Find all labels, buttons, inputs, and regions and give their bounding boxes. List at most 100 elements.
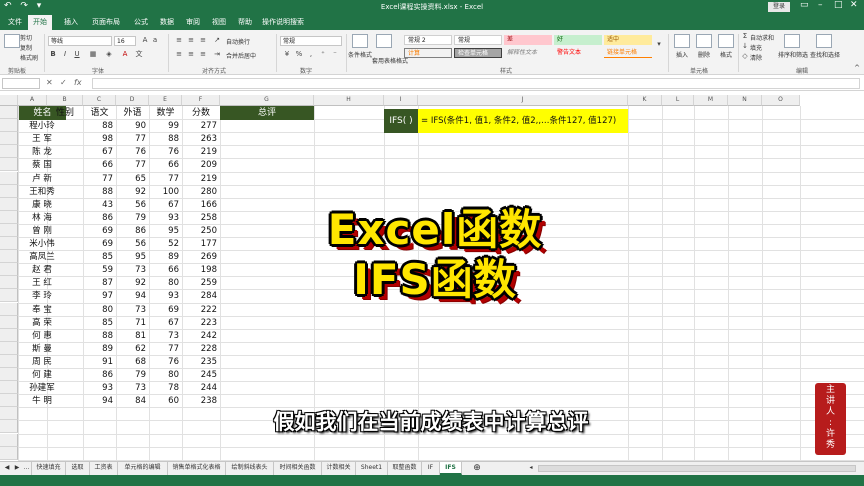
conditional-format-icon[interactable] (352, 34, 368, 48)
student-name-cell[interactable]: 王 红 (19, 277, 65, 290)
insert-cells-icon[interactable] (674, 34, 690, 48)
row-header[interactable] (0, 106, 18, 120)
align-center-icon[interactable]: ≡ (186, 50, 196, 59)
format-cells-icon[interactable] (718, 34, 734, 48)
score-cell[interactable]: 77 (116, 159, 149, 172)
orientation-icon[interactable]: ↗ (212, 36, 222, 45)
style-normal-2[interactable]: 常规 2 (404, 35, 452, 45)
score-cell[interactable]: 76 (149, 356, 182, 369)
select-all-corner[interactable] (0, 95, 18, 106)
score-cell[interactable]: 52 (149, 238, 182, 251)
score-cell[interactable]: 66 (149, 159, 182, 172)
score-cell[interactable]: 85 (83, 251, 116, 264)
currency-icon[interactable]: ¥ (282, 50, 292, 59)
formula-input[interactable] (92, 78, 860, 89)
student-name-cell[interactable]: 曾 刚 (19, 225, 65, 238)
style-neutral[interactable]: 适中 (604, 35, 652, 45)
row-header[interactable] (0, 328, 18, 342)
score-cell[interactable]: 89 (83, 343, 116, 356)
score-cell[interactable]: 60 (149, 395, 182, 408)
font-color-icon[interactable]: A (120, 50, 130, 59)
student-name-cell[interactable]: 赵 君 (19, 264, 65, 277)
horizontal-scrollbar[interactable] (538, 465, 856, 472)
ifs-syntax-cell[interactable]: = IFS(条件1, 值1, 条件2, 值2,,…条件127, 值127) (418, 109, 628, 133)
sheet-tab[interactable]: 时间相关函数 (274, 462, 322, 475)
student-name-cell[interactable]: 孙建军 (19, 382, 65, 395)
total-score-cell[interactable]: 277 (182, 120, 220, 133)
sheet-tab[interactable]: ... (22, 462, 32, 475)
score-cell[interactable]: 100 (149, 186, 182, 199)
score-cell[interactable]: 92 (116, 186, 149, 199)
score-cell[interactable]: 93 (149, 212, 182, 225)
score-cell[interactable]: 67 (83, 146, 116, 159)
row-header[interactable] (0, 276, 18, 290)
sheet-nav-next-icon[interactable]: ▶ (12, 462, 22, 475)
phonetic-icon[interactable]: 文 (134, 50, 144, 59)
italic-icon[interactable]: I (60, 50, 70, 59)
fill-icon[interactable]: ↓ (740, 42, 750, 51)
column-header[interactable]: M (694, 95, 728, 106)
row-header[interactable] (0, 315, 18, 329)
ifs-label-cell[interactable]: IFS( ) (384, 109, 418, 133)
total-score-cell[interactable]: 245 (182, 369, 220, 382)
total-score-cell[interactable]: 228 (182, 343, 220, 356)
total-score-cell[interactable]: 177 (182, 238, 220, 251)
number-format-select[interactable]: 常规 (280, 36, 342, 46)
merge-center-button[interactable]: 合并后居中 (226, 51, 256, 60)
score-cell[interactable]: 76 (116, 146, 149, 159)
score-cell[interactable]: 91 (83, 356, 116, 369)
column-header[interactable]: C (83, 95, 116, 106)
style-good[interactable]: 好 (554, 35, 602, 45)
fill-button[interactable]: 填充 (750, 43, 762, 52)
align-middle-icon[interactable]: ≡ (186, 36, 196, 45)
total-score-cell[interactable]: 258 (182, 212, 220, 225)
shrink-font-icon[interactable]: a (150, 36, 160, 45)
row-header[interactable] (0, 184, 18, 198)
score-cell[interactable]: 69 (83, 238, 116, 251)
align-bottom-icon[interactable]: ≡ (198, 36, 208, 45)
score-cell[interactable]: 73 (116, 382, 149, 395)
style-normal[interactable]: 常规 (454, 35, 502, 45)
conditional-format-button[interactable]: 条件格式 (348, 50, 372, 59)
score-cell[interactable]: 95 (149, 225, 182, 238)
score-cell[interactable]: 73 (116, 304, 149, 317)
style-explanatory[interactable]: 解释性文本 (504, 48, 552, 58)
clear-button[interactable]: 清除 (750, 53, 762, 62)
column-header[interactable]: G (220, 95, 314, 106)
score-cell[interactable]: 77 (116, 133, 149, 146)
sort-filter-button[interactable]: 排序和筛选 (778, 50, 808, 59)
tab-data[interactable]: 数据 (160, 17, 174, 27)
score-cell[interactable]: 73 (149, 330, 182, 343)
style-warning[interactable]: 警告文本 (554, 48, 602, 58)
column-header[interactable]: J (418, 95, 628, 106)
student-name-cell[interactable]: 牛 明 (19, 395, 65, 408)
column-header[interactable]: B (47, 95, 83, 106)
align-right-icon[interactable]: ≡ (198, 50, 208, 59)
tab-page-layout[interactable]: 页面布局 (92, 17, 120, 27)
total-score-cell[interactable]: 219 (182, 146, 220, 159)
cancel-icon[interactable]: ✕ (46, 78, 53, 87)
row-header[interactable] (0, 237, 18, 251)
total-score-cell[interactable]: 244 (182, 382, 220, 395)
column-header[interactable]: K (628, 95, 662, 106)
score-cell[interactable]: 78 (149, 382, 182, 395)
score-cell[interactable]: 88 (83, 186, 116, 199)
sheet-tab-active[interactable]: IFS (440, 462, 462, 475)
total-score-cell[interactable]: 166 (182, 199, 220, 212)
student-name-cell[interactable]: 奉 宝 (19, 304, 65, 317)
sheet-nav-prev-icon[interactable]: ◀ (2, 462, 12, 475)
student-name-cell[interactable]: 康 晓 (19, 199, 65, 212)
student-name-cell[interactable]: 高凤兰 (19, 251, 65, 264)
decrease-decimal-icon[interactable]: ⁻ (330, 50, 340, 59)
score-cell[interactable]: 86 (116, 225, 149, 238)
find-select-icon[interactable] (816, 34, 832, 48)
sheet-tab[interactable]: 工资表 (90, 462, 118, 475)
minimize-icon[interactable]: – (818, 0, 823, 10)
collapse-ribbon-icon[interactable]: ^ (852, 64, 862, 73)
font-family-select[interactable]: 等线 (48, 36, 112, 46)
score-cell[interactable]: 92 (116, 277, 149, 290)
student-name-cell[interactable]: 李 玲 (19, 290, 65, 303)
score-cell[interactable]: 88 (83, 330, 116, 343)
score-cell[interactable]: 66 (149, 264, 182, 277)
total-score-cell[interactable]: 219 (182, 173, 220, 186)
